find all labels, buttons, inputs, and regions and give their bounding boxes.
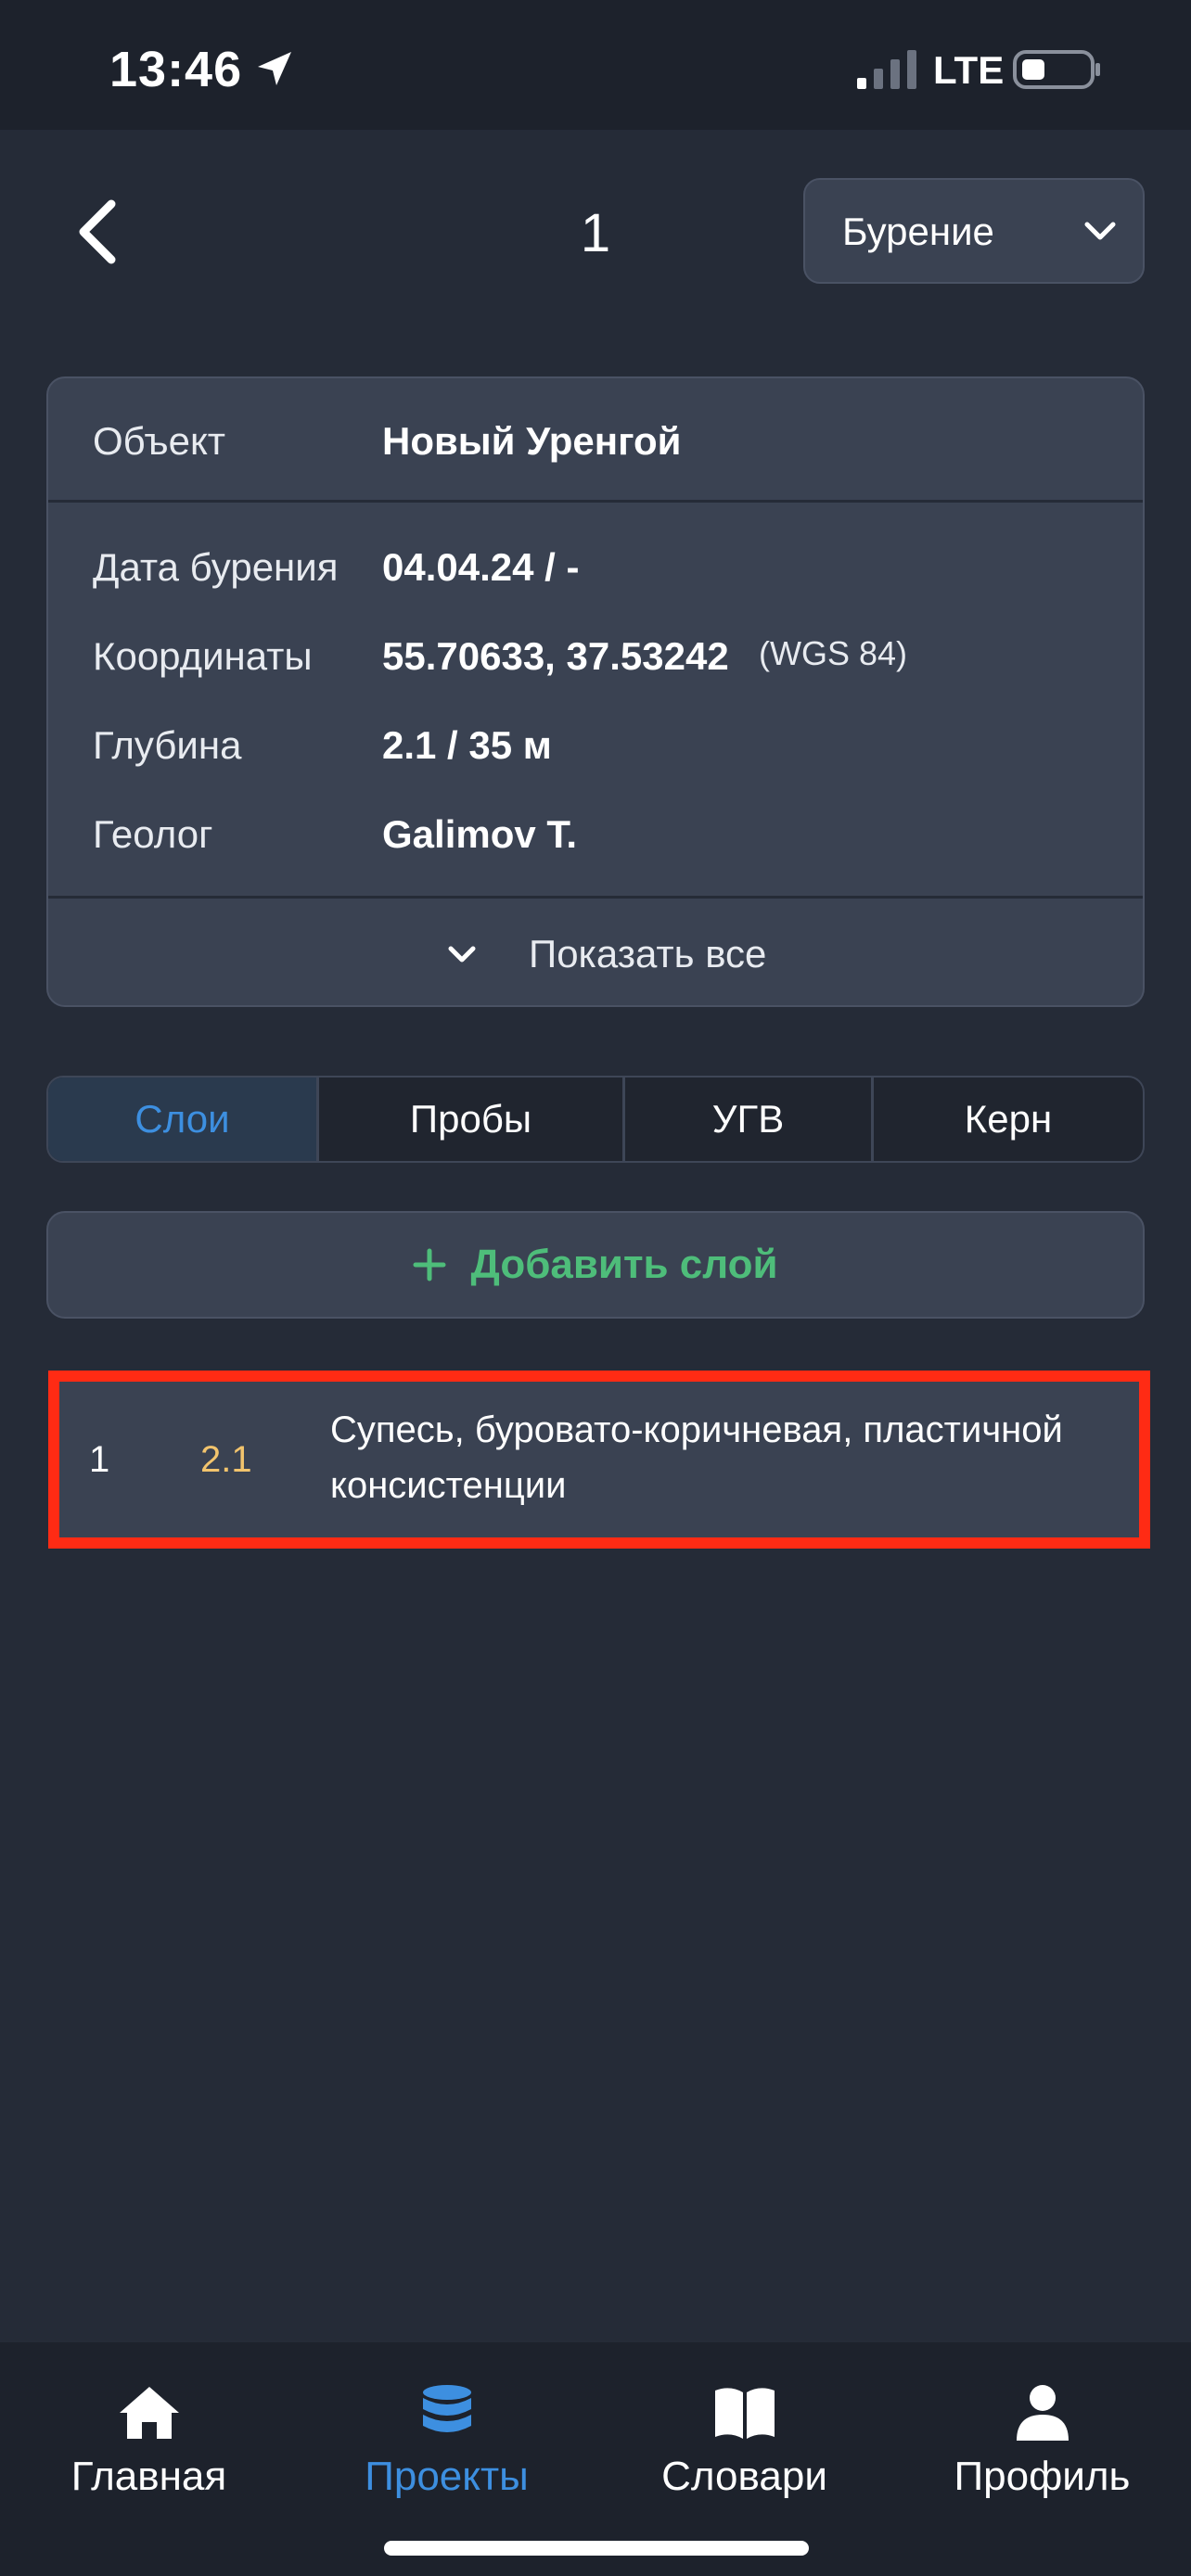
depth-value: 2.1 / 35 м (382, 723, 552, 767)
mode-dropdown[interactable]: Бурение (803, 178, 1145, 284)
geologist-value: Galimov T. (382, 812, 578, 856)
drill-date-value: 04.04.24 / - (382, 545, 580, 589)
coordinates-datum: (WGS 84) (759, 634, 908, 672)
show-all-label: Показать все (529, 932, 767, 976)
home-icon (119, 2387, 179, 2439)
battery-icon (1013, 50, 1100, 89)
geologist-label: Геолог (93, 812, 213, 856)
coordinates-label: Координаты (93, 634, 313, 678)
nav-item-projects[interactable]: Проекты (298, 2342, 596, 2528)
layer-description: Супесь, буровато-коричневая, пластичной … (330, 1409, 1063, 1506)
network-label: LTE (933, 48, 1005, 92)
nav-item-home[interactable]: Главная (0, 2342, 298, 2528)
header: 1 Бурение (0, 130, 1191, 334)
section-tabs: Слои Пробы УГВ Керн (46, 1076, 1145, 1163)
drill-date-label: Дата бурения (93, 545, 339, 589)
nav-item-dictionaries[interactable]: Словари (596, 2342, 893, 2528)
plus-icon (413, 1248, 446, 1282)
layer-row[interactable]: 1 2.1 Супесь, буровато-коричневая, пласт… (48, 1371, 1150, 1549)
object-label: Объект (93, 419, 226, 463)
nav-label-projects: Проекты (365, 2454, 529, 2499)
tab-core[interactable]: Керн (874, 1078, 1143, 1161)
back-chevron-icon[interactable] (67, 195, 132, 269)
chevron-down-icon (1084, 222, 1116, 240)
object-value: Новый Уренгой (382, 419, 682, 463)
borehole-info-card: Объект Новый Уренгой Дата бурения 04.04.… (46, 376, 1145, 1007)
add-layer-button[interactable]: Добавить слой (46, 1211, 1145, 1319)
depth-label: Глубина (93, 723, 242, 767)
mode-dropdown-value: Бурение (842, 210, 994, 253)
user-icon (1016, 2385, 1069, 2441)
tab-layers[interactable]: Слои (48, 1078, 319, 1161)
signal-bars-icon (857, 50, 916, 89)
book-icon (714, 2388, 775, 2439)
layer-depth: 2.1 (200, 1439, 252, 1480)
database-icon (422, 2385, 471, 2432)
tab-groundwater[interactable]: УГВ (625, 1078, 874, 1161)
layer-number: 1 (89, 1439, 110, 1480)
status-bar: 13:46 LTE (0, 0, 1191, 130)
info-row-object: Объект Новый Уренгой (48, 378, 1143, 503)
nav-label-home: Главная (70, 2454, 227, 2499)
show-all-button[interactable]: Показать все (48, 896, 1143, 1005)
location-arrow-icon (258, 52, 291, 85)
nav-item-profile[interactable]: Профиль (893, 2342, 1191, 2528)
nav-label-dictionaries: Словари (661, 2454, 827, 2499)
chevron-down-icon (448, 946, 476, 963)
status-time: 13:46 (109, 42, 243, 97)
tab-samples[interactable]: Пробы (319, 1078, 625, 1161)
coordinates-value: 55.70633, 37.53242 (382, 634, 729, 678)
home-indicator (384, 2541, 809, 2556)
nav-label-profile: Профиль (954, 2454, 1131, 2499)
add-layer-label: Добавить слой (470, 1242, 778, 1287)
